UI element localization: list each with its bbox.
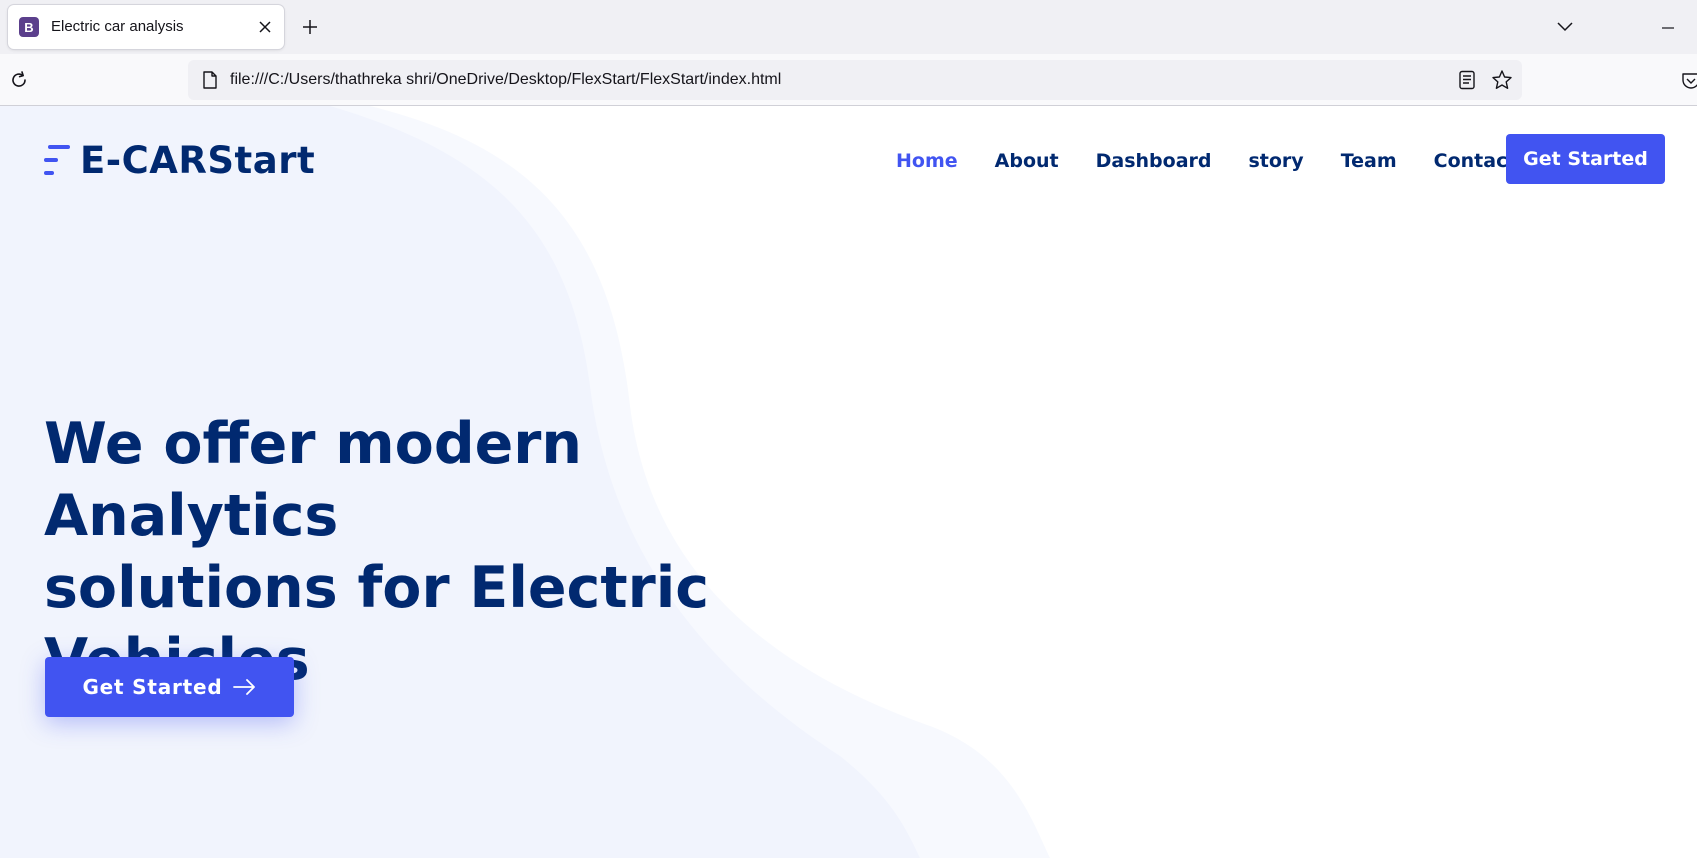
new-tab-button[interactable] [298,15,322,39]
plus-icon [303,20,317,34]
reader-view-button[interactable] [1456,69,1478,91]
nav-story[interactable]: story [1248,150,1303,172]
minimize-icon [1662,27,1674,29]
site-nav: Home About Dashboard story Team Contact [896,146,1553,176]
tab-title: Electric car analysis [51,18,184,35]
nav-team[interactable]: Team [1341,150,1397,172]
tab-favicon-icon: B [19,17,39,37]
pocket-icon [1682,73,1697,89]
tab-close-button[interactable] [254,16,276,38]
list-all-tabs-button[interactable] [1553,15,1577,39]
reload-button[interactable] [6,67,32,93]
site-logo[interactable]: E-CARStart [44,138,316,182]
page-icon[interactable] [200,70,220,90]
hero-cta-label: Get Started [82,675,223,699]
document-icon [203,71,217,89]
nav-about[interactable]: About [995,150,1059,172]
reader-view-icon [1459,70,1475,90]
close-icon [259,21,271,33]
browser-tab[interactable]: B Electric car analysis [8,5,284,49]
hero-title-line-1: We offer modern Analytics [44,411,582,549]
pocket-button[interactable] [1680,70,1697,92]
url-text: file:///C:/Users/thathreka shri/OneDrive… [230,71,782,88]
page-viewport: E-CARStart Home About Dashboard story Te… [0,106,1697,858]
nav-home[interactable]: Home [896,150,958,172]
nav-contact[interactable]: Contact [1434,150,1517,172]
window-minimize-button[interactable] [1656,15,1680,39]
nav-dashboard[interactable]: Dashboard [1096,150,1212,172]
logo-icon [44,145,70,175]
bookmark-star-button[interactable] [1490,68,1514,92]
chevron-down-icon [1557,22,1573,32]
browser-navbar: file:///C:/Users/thathreka shri/OneDrive… [0,54,1697,106]
hero-title: We offer modern Analytics solutions for … [44,408,864,696]
browser-tabstrip: B Electric car analysis [0,0,1697,54]
logo-text: E-CARStart [80,138,316,182]
hero-get-started-button[interactable]: Get Started [45,657,294,717]
reload-icon [12,71,26,87]
hero-title-line-2: solutions for Electric [44,555,710,621]
nav-get-started-button[interactable]: Get Started [1506,134,1665,184]
arrow-right-icon [232,679,257,695]
star-icon [1492,70,1512,89]
url-bar[interactable]: file:///C:/Users/thathreka shri/OneDrive… [188,60,1522,100]
